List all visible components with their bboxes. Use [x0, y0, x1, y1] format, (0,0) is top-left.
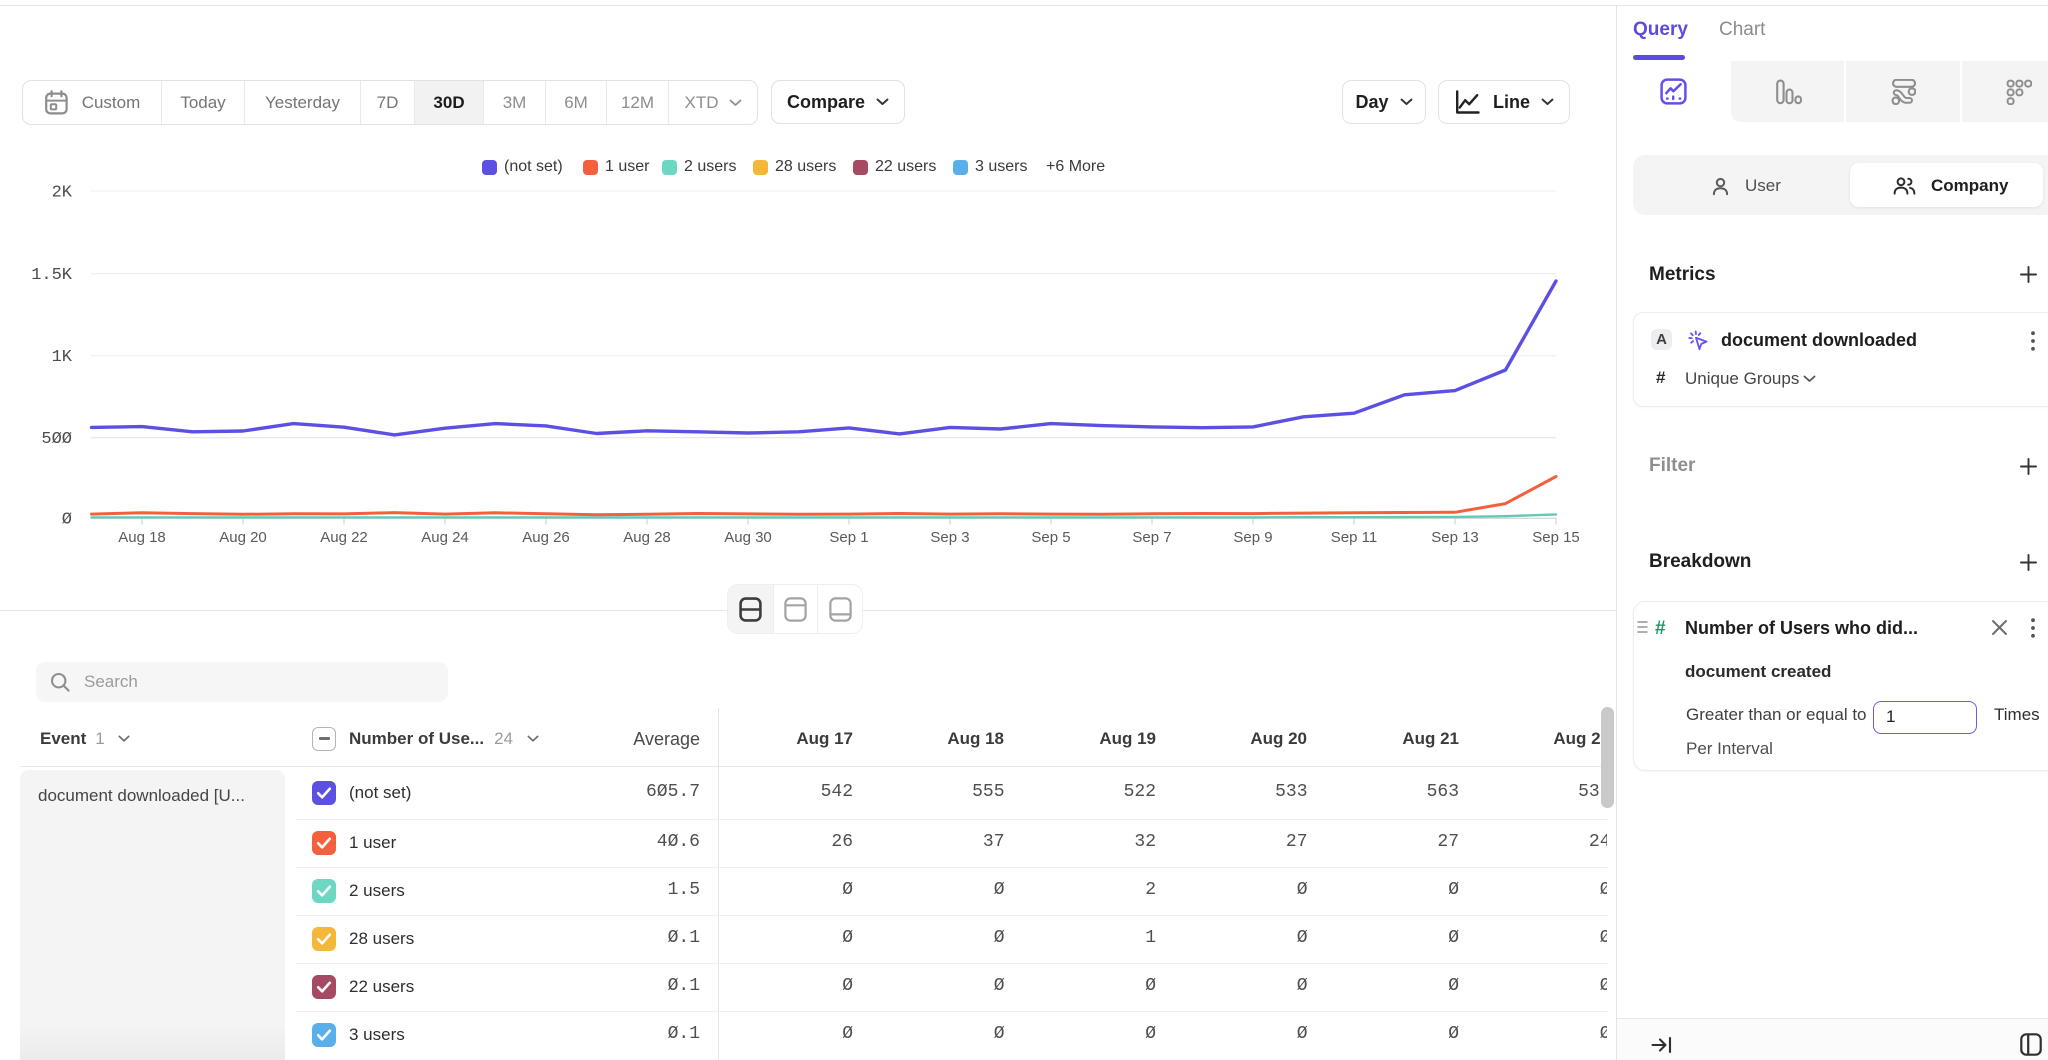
svg-text:Sep 11: Sep 11	[1331, 529, 1377, 546]
svg-text:Aug 30: Aug 30	[724, 529, 772, 546]
svg-text:Sep 15: Sep 15	[1532, 529, 1580, 546]
svg-text:Aug 22: Aug 22	[320, 529, 368, 546]
svg-text:Sep 5: Sep 5	[1031, 529, 1070, 546]
svg-text:Sep 13: Sep 13	[1431, 529, 1479, 546]
svg-text:Ø: Ø	[62, 511, 72, 530]
svg-text:Sep 9: Sep 9	[1233, 529, 1272, 546]
svg-text:1K: 1K	[52, 348, 73, 367]
svg-text:Sep 7: Sep 7	[1132, 529, 1171, 546]
svg-text:Sep 3: Sep 3	[930, 529, 969, 546]
svg-text:Aug 20: Aug 20	[219, 529, 267, 546]
svg-text:Aug 28: Aug 28	[623, 529, 671, 546]
svg-text:1.5K: 1.5K	[31, 266, 73, 285]
svg-text:Sep 1: Sep 1	[829, 529, 868, 546]
svg-text:Aug 26: Aug 26	[522, 529, 570, 546]
svg-text:2K: 2K	[52, 184, 73, 203]
svg-text:5ØØ: 5ØØ	[41, 430, 72, 449]
svg-text:Aug 24: Aug 24	[421, 529, 469, 546]
svg-text:Aug 18: Aug 18	[118, 529, 166, 546]
